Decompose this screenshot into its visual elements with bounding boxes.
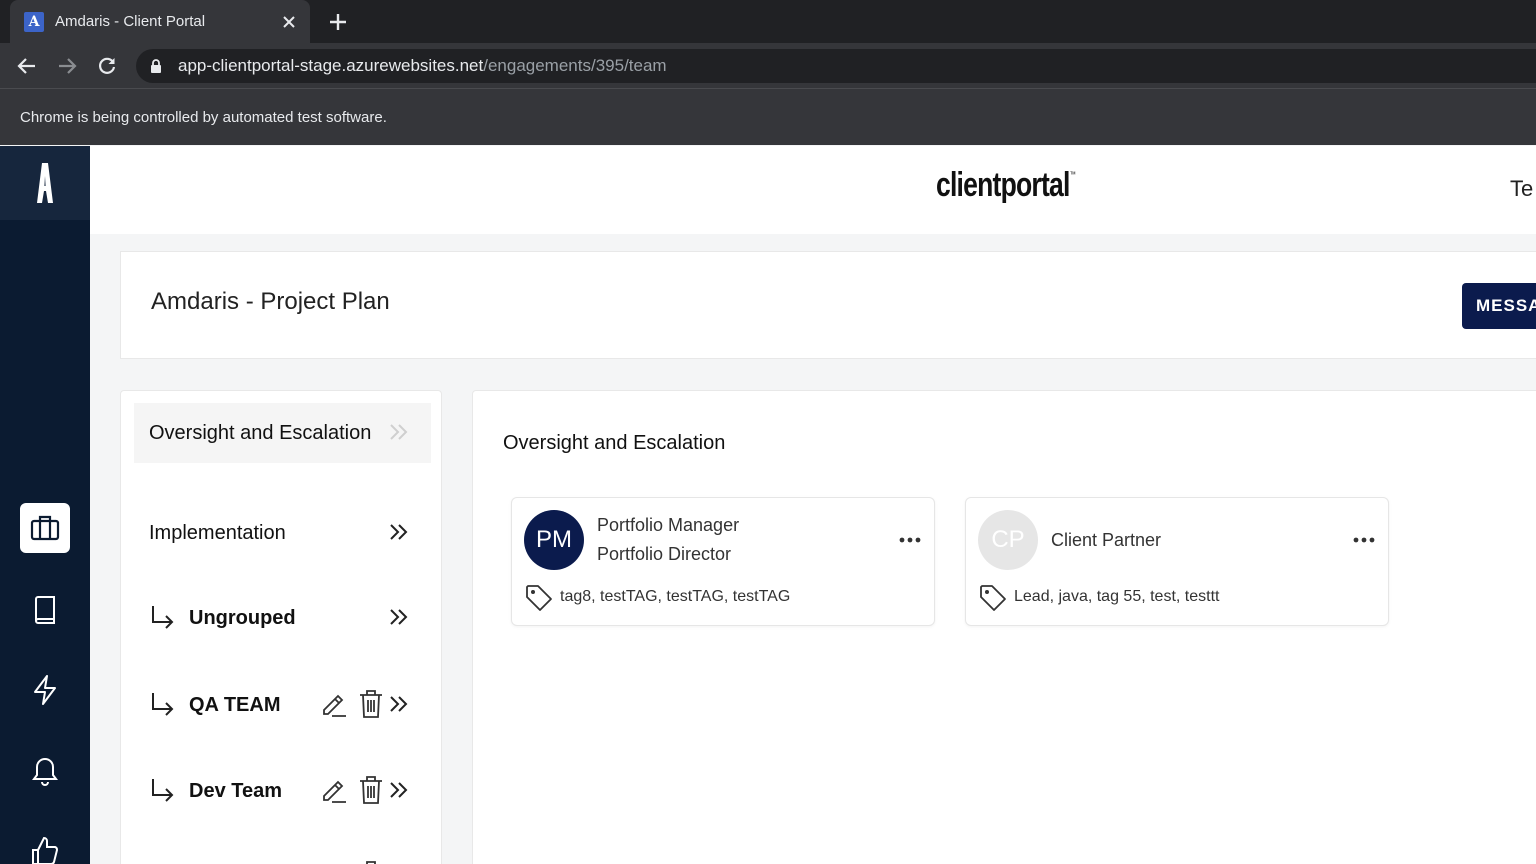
member-tags: tag8, testTAG, testTAG, testTAG — [560, 588, 791, 605]
delete-trash-icon[interactable] — [358, 689, 384, 719]
project-title-card: Amdaris - Project Plan MESSAGES — [120, 251, 1536, 359]
delete-trash-icon[interactable] — [358, 775, 384, 805]
members-heading: Oversight and Escalation — [503, 432, 726, 454]
avatar: PM — [524, 510, 584, 570]
subgroup-arrow-icon — [152, 606, 174, 629]
tab-title: Amdaris - Client Portal — [55, 13, 206, 30]
tab-favicon: A — [24, 11, 44, 32]
groups-panel: Oversight and Escalation Implementation … — [120, 390, 442, 864]
group-label: Dev Team — [189, 779, 283, 802]
sidebar-lightning-icon[interactable] — [20, 665, 70, 715]
group-item-partial — [134, 846, 431, 864]
group-item-ungrouped[interactable]: Ungrouped — [134, 588, 431, 648]
infobar-text: Chrome is being controlled by automated … — [20, 108, 387, 126]
user-menu[interactable]: Te — [1510, 176, 1533, 202]
delete-trash-icon[interactable] — [358, 860, 384, 864]
clientportal-brand[interactable]: clientportal™ — [936, 166, 1076, 205]
more-options-icon[interactable] — [898, 534, 922, 546]
edit-pencil-icon[interactable] — [320, 776, 348, 804]
more-options-icon[interactable] — [1352, 534, 1376, 546]
back-icon[interactable] — [12, 51, 42, 81]
lock-icon — [150, 58, 164, 74]
app-header: clientportal™ Te — [90, 146, 1536, 234]
address-bar[interactable]: app-clientportal-stage.azurewebsites.net… — [136, 49, 1536, 83]
subgroup-arrow-icon — [152, 779, 174, 802]
sidebar-bell-icon[interactable] — [20, 746, 70, 796]
browser-tab[interactable]: A Amdaris - Client Portal — [10, 0, 310, 43]
group-item-dev-team[interactable]: Dev Team — [134, 761, 431, 821]
member-card: PM Portfolio Manager Portfolio Director … — [511, 497, 935, 626]
member-title: Portfolio Director — [597, 544, 732, 564]
url-host: app-clientportal-stage.azurewebsites.net — [178, 56, 484, 75]
subgroup-arrow-icon — [152, 693, 174, 716]
sidebar-thumbs-up-icon[interactable] — [20, 826, 70, 864]
group-label: Oversight and Escalation — [149, 421, 372, 444]
edit-pencil-icon[interactable] — [320, 690, 348, 718]
members-panel: Oversight and Escalation PM Portfolio Ma… — [472, 390, 1536, 864]
chevron-double-right-icon[interactable] — [388, 521, 410, 543]
tag-icon — [980, 585, 1006, 611]
member-card: CP Client Partner Lead, java, tag 55, te… — [965, 497, 1389, 626]
group-item-oversight[interactable]: Oversight and Escalation — [134, 403, 431, 463]
member-tags: Lead, java, tag 55, test, testtt — [1014, 588, 1220, 605]
group-item-implementation[interactable]: Implementation — [134, 503, 431, 563]
chevron-double-right-icon[interactable] — [388, 421, 410, 443]
automation-infobar: Chrome is being controlled by automated … — [0, 88, 1536, 145]
forward-icon[interactable] — [52, 51, 82, 81]
member-role: Portfolio Manager — [597, 515, 740, 535]
url-path: /engagements/395/team — [483, 56, 667, 75]
app-sidebar — [0, 146, 90, 864]
tag-icon — [526, 585, 552, 611]
tab-close-icon[interactable] — [278, 11, 300, 33]
browser-toolbar: app-clientportal-stage.azurewebsites.net… — [0, 43, 1536, 88]
browser-tabstrip: A Amdaris - Client Portal — [0, 0, 1536, 43]
avatar: CP — [978, 510, 1038, 570]
amdaris-logo[interactable] — [0, 146, 90, 220]
chevron-double-right-icon[interactable] — [388, 779, 410, 801]
group-label: Implementation — [149, 521, 286, 544]
sidebar-book-icon[interactable] — [20, 585, 70, 635]
new-tab-icon[interactable] — [324, 8, 352, 36]
member-role: Client Partner — [1051, 530, 1162, 550]
chevron-double-right-icon[interactable] — [388, 606, 410, 628]
group-item-qa-team[interactable]: QA TEAM — [134, 675, 431, 735]
group-label: QA TEAM — [189, 693, 281, 716]
brand-trademark: ™ — [1069, 170, 1076, 179]
messages-button[interactable]: MESSAGES — [1462, 283, 1536, 329]
project-title: Amdaris - Project Plan — [151, 288, 390, 315]
group-label: Ungrouped — [189, 606, 296, 629]
url-text: app-clientportal-stage.azurewebsites.net… — [178, 56, 667, 76]
reload-icon[interactable] — [92, 51, 122, 81]
sidebar-engagements-briefcase-icon[interactable] — [20, 503, 70, 553]
chevron-double-right-icon[interactable] — [388, 693, 410, 715]
brand-text: clientportal — [936, 166, 1070, 204]
